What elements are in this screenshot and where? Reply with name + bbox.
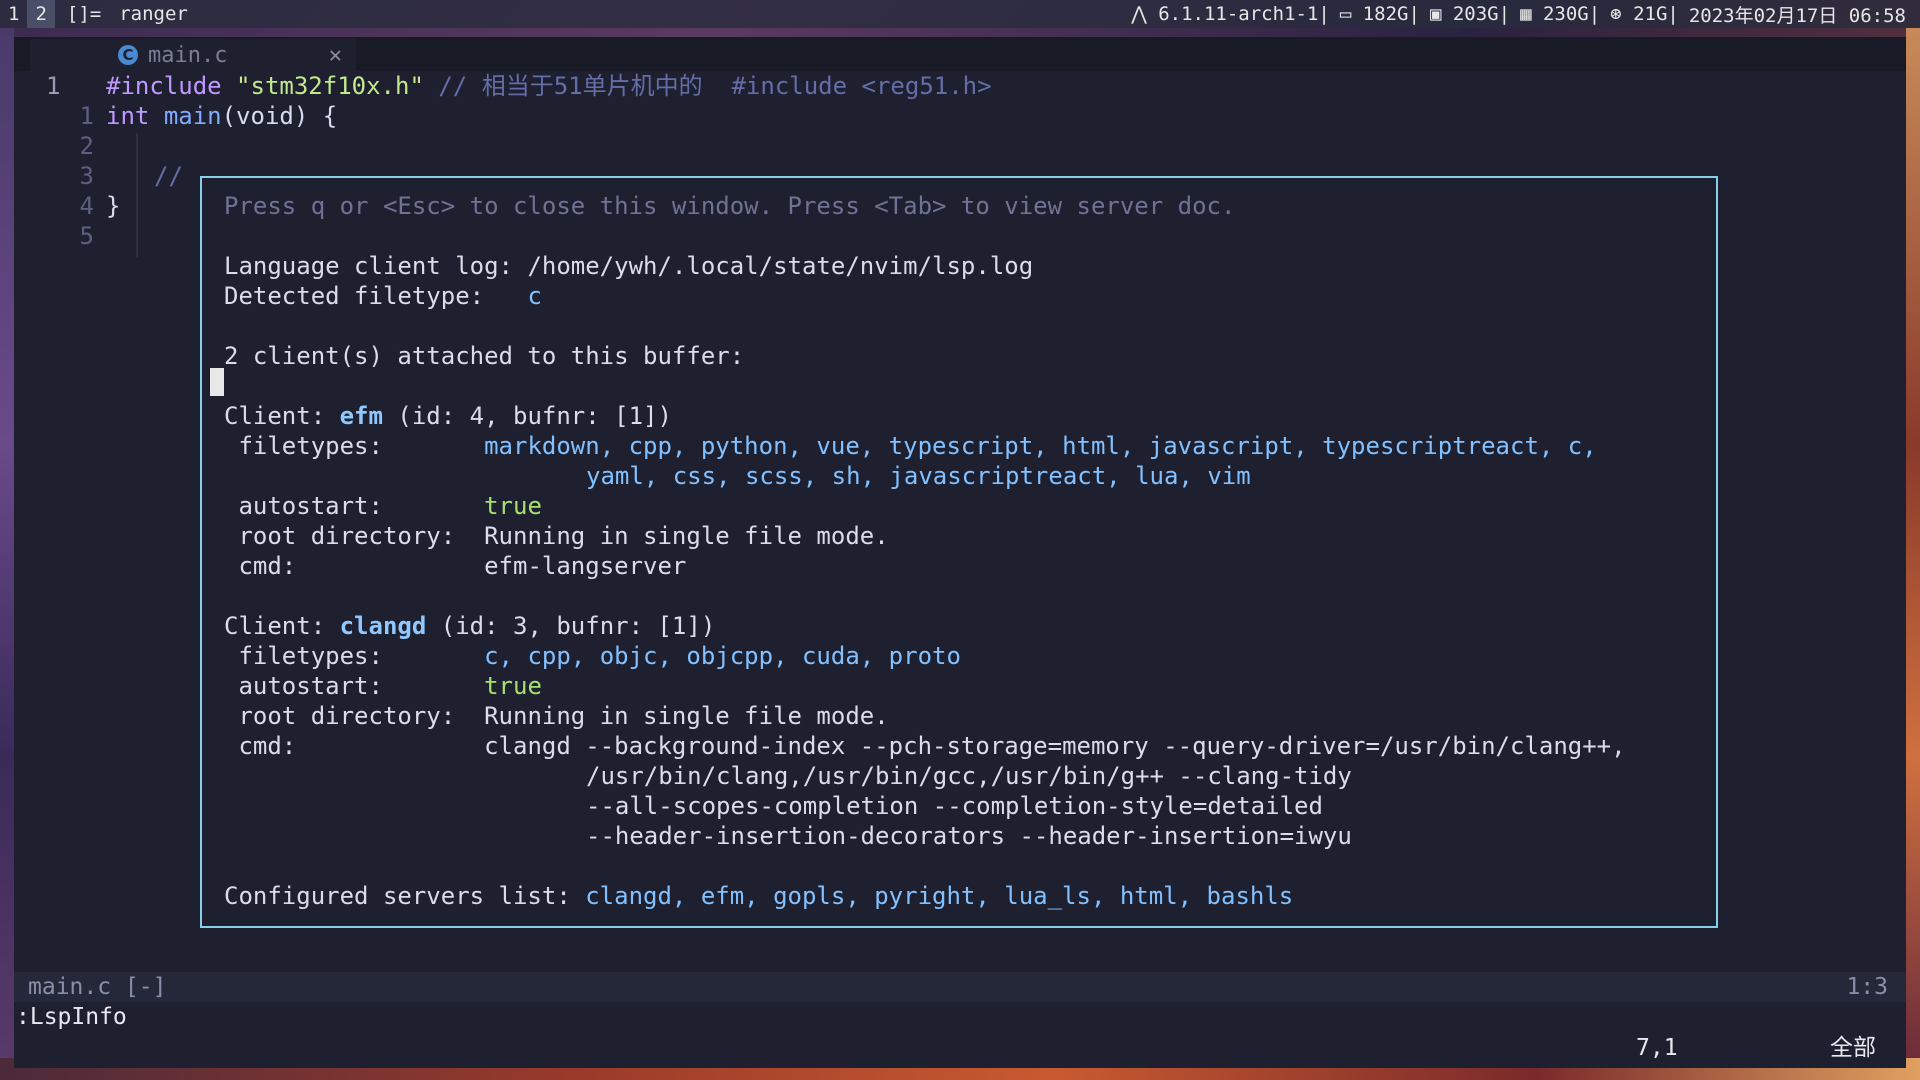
workspace-1[interactable]: 1 <box>0 0 27 28</box>
line-number: 2 <box>79 132 94 160</box>
line-number: 4 <box>79 192 94 220</box>
disk-usage-2: ▣ 203G| <box>1429 3 1511 25</box>
closing-brace: } <box>106 192 121 220</box>
workspace-2[interactable]: 2 <box>27 0 55 28</box>
line-number: 5 <box>79 222 94 250</box>
type-keyword: int <box>106 102 150 130</box>
ruler-position: 7,1 <box>1636 1035 1678 1061</box>
client-cmd-clangd-cont: --header-insertion-decorators --header-i… <box>586 822 1352 850</box>
code-comment: // 相当于51单片机中的 #include <reg51.h> <box>438 72 992 100</box>
wallpaper-left <box>0 28 14 1068</box>
include-directive: #include <box>106 72 222 100</box>
client-cmd-clangd: cmd: clangd --background-index --pch-sto… <box>224 732 1626 760</box>
client-cmd-efm: cmd: efm-langserver <box>224 552 687 580</box>
kernel-version: ⋀ 6.1.11-arch1-1| <box>1131 3 1330 25</box>
client-header-efm: Client: efm (id: 4, bufnr: [1]) <box>224 402 672 430</box>
clients-attached-heading: 2 client(s) attached to this buffer: <box>224 342 745 370</box>
arch-icon: ⋀ <box>1131 3 1159 25</box>
filetype-line: Detected filetype: c <box>224 282 542 310</box>
include-header: "stm32f10x.h" <box>236 72 424 100</box>
client-header-clangd: Client: clangd (id: 3, bufnr: [1]) <box>224 612 716 640</box>
line-number: 3 <box>79 162 94 190</box>
statusline-position: 1:3 <box>1846 974 1888 1000</box>
tab-main-c[interactable]: C main.c ✕ <box>30 39 356 71</box>
top-status-bar: 1 2 []= ranger ⋀ 6.1.11-arch1-1| ▭ 182G|… <box>0 0 1920 28</box>
client-filetypes-efm: filetypes: markdown, cpp, python, vue, t… <box>224 432 1597 460</box>
drive-icon: ▣ <box>1429 3 1453 25</box>
statusline: main.c [-] 1:3 <box>14 972 1906 1002</box>
settings-icon: ⊛ <box>1610 3 1634 25</box>
command-line[interactable]: :LspInfo <box>14 1002 1906 1032</box>
log-path-line: Language client log: /home/ywh/.local/st… <box>224 252 1034 280</box>
datetime: 2023年02月17日 06:58 <box>1688 4 1906 27</box>
ruler-scroll: 全部 <box>1830 1035 1876 1061</box>
layout-indicator[interactable]: []= <box>55 3 111 25</box>
disk-usage-3: ▦ 230G| <box>1520 3 1601 25</box>
client-root-efm: root directory: Running in single file m… <box>224 522 889 550</box>
client-autostart-efm: autostart: true <box>224 492 542 520</box>
lspinfo-window[interactable]: Press q or <Esc> to close this window. P… <box>200 176 1718 928</box>
client-autostart-clangd: autostart: true <box>224 672 542 700</box>
wallpaper-right <box>1906 28 1920 1068</box>
code-text: #include "stm32f10x.h" // 相当于51单片机中的 #in… <box>94 71 992 101</box>
c-file-icon: C <box>118 45 138 65</box>
close-hint: Press q or <Esc> to close this window. P… <box>224 192 1236 220</box>
function-signature: (void) { <box>221 102 338 130</box>
tab-filename: main.c <box>148 42 228 68</box>
client-cmd-clangd-cont: /usr/bin/clang,/usr/bin/gcc,/usr/bin/g++… <box>586 762 1352 790</box>
code-comment: // <box>154 162 183 190</box>
configured-servers-line: Configured servers list: clangd, efm, go… <box>224 882 1294 910</box>
client-filetypes-clangd: filetypes: c, cpp, objc, objcpp, cuda, p… <box>224 642 961 670</box>
line-number: 1 <box>79 102 94 130</box>
statusline-filename: main.c [-] <box>28 974 167 1000</box>
line-number: 1 <box>46 72 61 100</box>
indent-guide <box>136 133 138 257</box>
function-name: main <box>163 102 222 130</box>
terminal-window[interactable]: C main.c ✕ 1 #include "stm32f10x.h" // 相… <box>14 37 1906 1068</box>
disk-usage-4: ⊛ 21G| <box>1610 3 1679 25</box>
code-line: 1 #include "stm32f10x.h" // 相当于51单片机中的 #… <box>14 71 1906 101</box>
close-icon[interactable]: ✕ <box>329 43 342 68</box>
windows-icon: ▦ <box>1520 3 1543 25</box>
client-root-clangd: root directory: Running in single file m… <box>224 702 889 730</box>
disk-usage-1: ▭ 182G| <box>1339 3 1420 25</box>
system-status: ⋀ 6.1.11-arch1-1| ▭ 182G| ▣ 203G| ▦ 230G… <box>1131 1 1920 28</box>
code-line: 2 <box>14 131 1906 161</box>
client-cmd-clangd-cont: --all-scopes-completion --completion-sty… <box>586 792 1323 820</box>
code-text: int main(void) { <box>94 101 337 131</box>
window-title: ranger <box>119 3 188 25</box>
buffer-tabline: C main.c ✕ <box>14 37 1906 71</box>
disk-icon: ▭ <box>1339 3 1363 25</box>
code-line: 1 int main(void) { <box>14 101 1906 131</box>
client-filetypes-efm-cont: yaml, css, scss, sh, javascriptreact, lu… <box>586 462 1251 490</box>
text-cursor <box>210 368 224 396</box>
